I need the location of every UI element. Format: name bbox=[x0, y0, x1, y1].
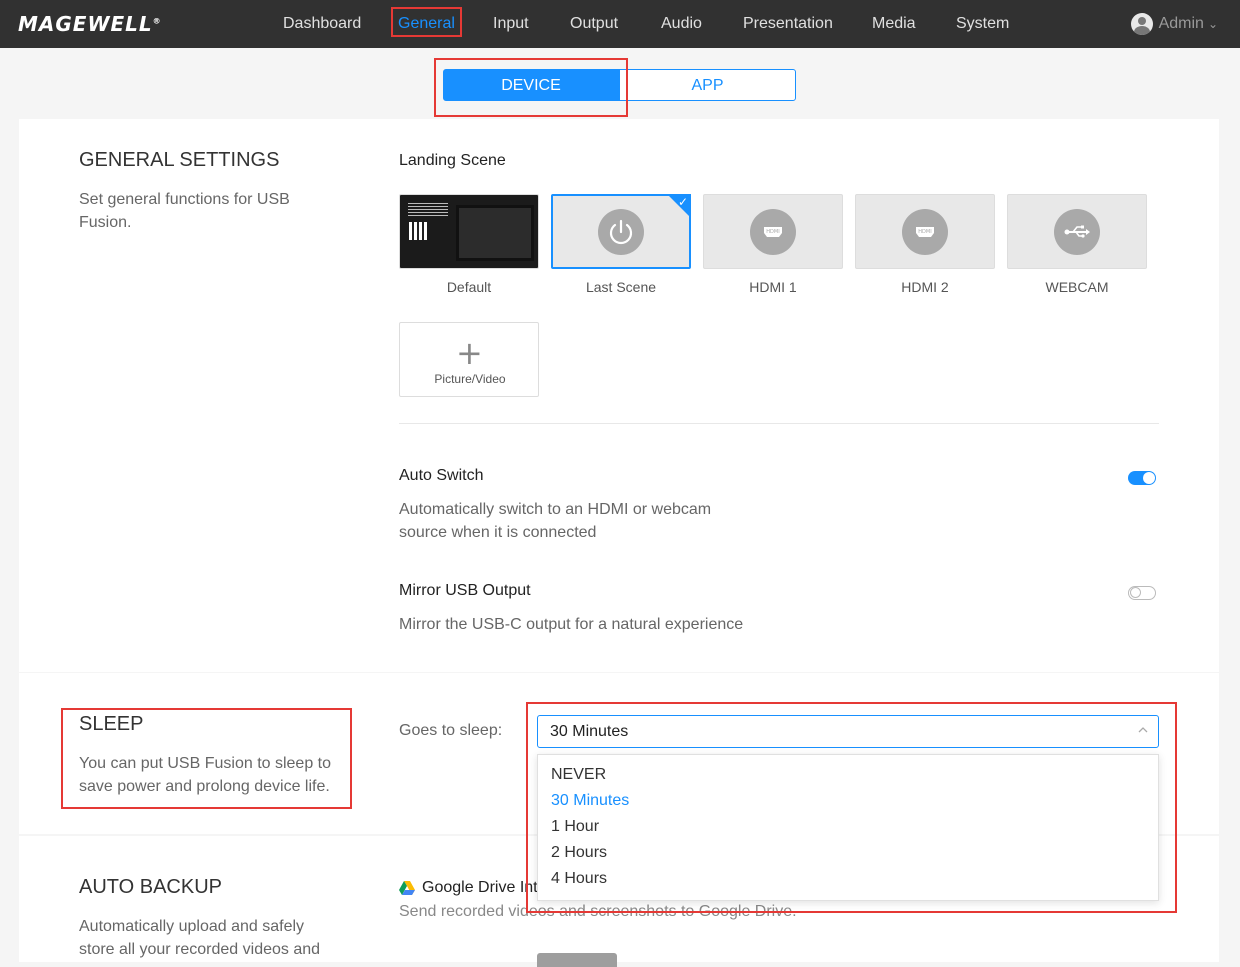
toggle-knob bbox=[1130, 587, 1141, 598]
tablet-screen-image bbox=[456, 205, 534, 261]
scene-hdmi-1[interactable]: HDMI bbox=[703, 194, 843, 269]
chevron-up-icon bbox=[1138, 724, 1148, 738]
top-navigation-bar: MAGEWELL® Dashboard General Input Output… bbox=[0, 0, 1240, 48]
google-drive-label: Google Drive Int bbox=[422, 879, 538, 896]
nav-presentation[interactable]: Presentation bbox=[743, 0, 833, 48]
scene-label-webcam: WEBCAM bbox=[1045, 279, 1109, 295]
avatar-icon bbox=[1130, 12, 1153, 35]
mirror-usb-output-toggle[interactable] bbox=[1128, 586, 1156, 600]
auto-switch-description: Automatically switch to an HDMI or webca… bbox=[399, 501, 712, 541]
sleep-timer-select[interactable]: 30 Minutes bbox=[537, 715, 1159, 748]
general-settings-title: GENERAL SETTINGS bbox=[79, 149, 280, 171]
hdmi-icon: HDMI bbox=[750, 208, 796, 255]
nav-system[interactable]: System bbox=[956, 0, 1009, 48]
plus-icon: + bbox=[456, 334, 483, 372]
mirror-usb-output-description: Mirror the USB-C output for a natural ex… bbox=[399, 616, 744, 633]
nav-general[interactable]: General bbox=[398, 0, 455, 48]
scene-hdmi-2[interactable]: HDMI bbox=[855, 194, 995, 269]
usb-icon bbox=[1054, 208, 1100, 255]
section-divider bbox=[399, 423, 1159, 424]
nav-output[interactable]: Output bbox=[570, 0, 618, 48]
auto-switch-title: Auto Switch bbox=[399, 467, 484, 484]
user-name: Admin bbox=[1158, 15, 1204, 32]
toggle-knob bbox=[1143, 472, 1155, 484]
scene-label-last-scene: Last Scene bbox=[585, 279, 657, 295]
nav-input[interactable]: Input bbox=[493, 0, 529, 48]
nav-dashboard[interactable]: Dashboard bbox=[283, 0, 361, 48]
auto-switch-toggle[interactable] bbox=[1128, 471, 1156, 485]
qr-code-icon bbox=[409, 222, 427, 240]
check-icon: ✓ bbox=[677, 195, 688, 209]
scene-label-hdmi-1: HDMI 1 bbox=[749, 279, 797, 295]
option-2-hours[interactable]: 2 Hours bbox=[551, 844, 607, 862]
add-picture-video-label: Picture/Video bbox=[434, 372, 506, 386]
scene-label-default: Default bbox=[446, 279, 492, 295]
option-30-minutes[interactable]: 30 Minutes bbox=[551, 792, 629, 810]
google-drive-button[interactable] bbox=[537, 953, 617, 967]
scene-last-scene[interactable]: ✓ bbox=[551, 194, 691, 269]
add-picture-video-button[interactable]: + Picture/Video bbox=[399, 322, 539, 397]
nav-audio[interactable]: Audio bbox=[661, 0, 702, 48]
sleep-timer-value: 30 Minutes bbox=[550, 723, 629, 740]
sleep-timer-dropdown: NEVER 30 Minutes 1 Hour 2 Hours 4 Hours bbox=[537, 754, 1159, 901]
option-1-hour[interactable]: 1 Hour bbox=[551, 818, 599, 836]
auto-backup-title: AUTO BACKUP bbox=[79, 876, 222, 898]
svg-text:HDMI: HDMI bbox=[766, 229, 779, 235]
tab-app[interactable]: APP bbox=[619, 69, 796, 101]
landing-scene-label: Landing Scene bbox=[399, 152, 506, 169]
google-drive-icon bbox=[399, 881, 415, 895]
scene-label-hdmi-2: HDMI 2 bbox=[901, 279, 949, 295]
nav-media[interactable]: Media bbox=[872, 0, 916, 48]
goes-to-sleep-label: Goes to sleep: bbox=[399, 722, 503, 739]
general-settings-description: Set general functions for USB Fusion. bbox=[79, 191, 290, 231]
magewell-logo[interactable]: MAGEWELL® bbox=[18, 12, 162, 36]
scene-webcam[interactable] bbox=[1007, 194, 1147, 269]
svg-text:HDMI: HDMI bbox=[918, 229, 931, 235]
option-4-hours[interactable]: 4 Hours bbox=[551, 870, 607, 888]
mirror-usb-output-title: Mirror USB Output bbox=[399, 582, 531, 599]
power-icon bbox=[598, 208, 644, 255]
sleep-description: You can put USB Fusion to sleep to save … bbox=[79, 755, 332, 795]
tab-device[interactable]: DEVICE bbox=[443, 69, 619, 101]
thumbnail-text bbox=[408, 203, 448, 217]
google-drive-description: Send recorded videos and screenshots to … bbox=[399, 903, 797, 920]
option-never[interactable]: NEVER bbox=[551, 766, 606, 784]
user-menu[interactable]: Admin ⌄ bbox=[1130, 0, 1218, 48]
sleep-title: SLEEP bbox=[79, 713, 144, 735]
scene-default[interactable] bbox=[399, 194, 539, 269]
chevron-down-icon: ⌄ bbox=[1207, 17, 1218, 31]
auto-backup-description: Automatically upload and safely store al… bbox=[79, 918, 321, 958]
hdmi-icon: HDMI bbox=[902, 208, 948, 255]
